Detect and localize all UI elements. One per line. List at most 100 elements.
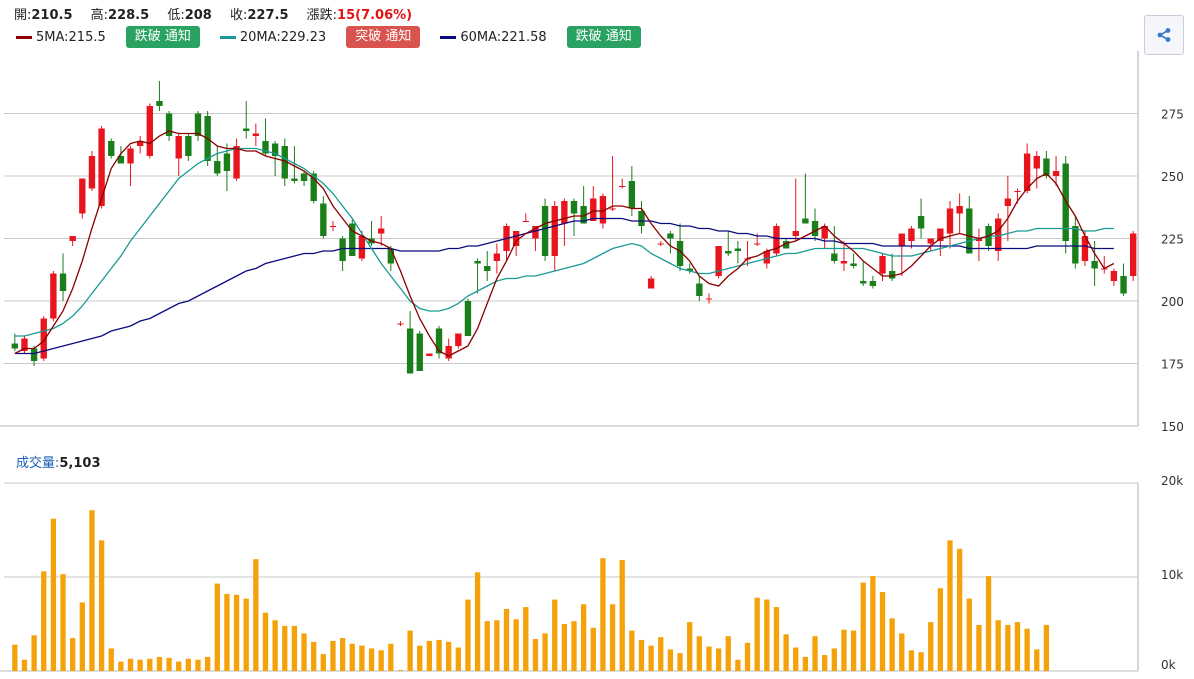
volume-bar bbox=[648, 645, 654, 671]
candle-body bbox=[98, 128, 105, 206]
ma20-label: 20MA:229.23 bbox=[239, 29, 327, 45]
volume-bar bbox=[89, 510, 95, 671]
candle-body bbox=[821, 226, 828, 239]
volume-bar bbox=[764, 599, 770, 671]
volume-bar bbox=[214, 583, 220, 671]
candle-body bbox=[734, 248, 742, 251]
price-tick-label: 175 bbox=[1161, 358, 1184, 372]
candle-body bbox=[108, 141, 115, 156]
volume-bar bbox=[282, 625, 288, 671]
candle-body bbox=[426, 353, 433, 356]
candle-body bbox=[223, 153, 231, 171]
volume-bar bbox=[70, 638, 76, 671]
candle-body bbox=[397, 323, 404, 325]
candle-body bbox=[1062, 163, 1069, 241]
volume-bar bbox=[908, 650, 915, 671]
candle-body bbox=[522, 221, 529, 222]
price-tick-label: 200 bbox=[1161, 295, 1184, 309]
volume-bar bbox=[706, 646, 712, 671]
volume-bar bbox=[918, 652, 924, 671]
volume-bar bbox=[98, 540, 105, 671]
candle-body bbox=[792, 231, 799, 236]
candle-body bbox=[966, 208, 973, 254]
volume-bar bbox=[291, 625, 298, 671]
volume-bar bbox=[368, 648, 375, 671]
candle-body bbox=[464, 301, 472, 336]
ma20-break-notify-button[interactable]: 突破 通知 bbox=[346, 26, 421, 48]
candle-body bbox=[406, 328, 414, 374]
share-button[interactable] bbox=[1144, 15, 1184, 55]
candle-body bbox=[214, 161, 221, 174]
volume-bar bbox=[224, 593, 230, 671]
candle-body bbox=[175, 136, 182, 159]
high-value: 228.5 bbox=[108, 8, 150, 23]
candle-body bbox=[329, 226, 337, 227]
ma60-break-notify-button[interactable]: 跌破 通知 bbox=[566, 26, 641, 48]
volume-bar bbox=[513, 619, 519, 671]
candle-body bbox=[667, 233, 674, 239]
candle-body bbox=[985, 226, 992, 246]
volume-bar bbox=[571, 621, 577, 671]
ma5-legend: 5MA:215.5 跌破 通知 bbox=[16, 26, 200, 48]
volume-bar bbox=[494, 620, 500, 671]
candle-body bbox=[532, 226, 539, 239]
ma20-swatch bbox=[219, 35, 236, 39]
candle-body bbox=[30, 348, 38, 361]
ohlc-summary: 開:210.5 高:228.5 低:208 收:227.5 漲跌:15(7.06… bbox=[14, 4, 426, 23]
candle-body bbox=[1023, 153, 1031, 191]
volume-bar bbox=[503, 608, 510, 671]
volume-bar bbox=[561, 624, 568, 671]
volume-bar bbox=[311, 641, 317, 671]
candle-body bbox=[493, 253, 501, 261]
candle-body bbox=[647, 278, 655, 289]
volume-bar bbox=[1014, 622, 1021, 671]
candle-body bbox=[387, 248, 395, 264]
candle-body bbox=[927, 238, 934, 244]
candle-body bbox=[88, 156, 96, 189]
candle-body bbox=[561, 201, 568, 224]
ma5-break-notify-button[interactable]: 跌破 通知 bbox=[125, 26, 200, 48]
candle-body bbox=[686, 268, 693, 271]
candle-body bbox=[1043, 158, 1050, 176]
volume-bar bbox=[465, 599, 471, 671]
volume-bar bbox=[455, 647, 461, 671]
volume-bar bbox=[147, 658, 153, 671]
ma60-line bbox=[14, 217, 1114, 355]
candle-body bbox=[831, 253, 838, 261]
volume-bar bbox=[41, 571, 47, 671]
volume-bar bbox=[262, 612, 269, 671]
volume-bar bbox=[378, 650, 384, 671]
volume-bar bbox=[185, 658, 192, 671]
candle-body bbox=[233, 146, 240, 179]
volume-title: 成交量: bbox=[16, 456, 60, 471]
share-icon bbox=[1157, 28, 1171, 42]
volume-bar bbox=[687, 622, 693, 671]
volume-bar bbox=[166, 657, 172, 671]
candle-body bbox=[705, 298, 713, 300]
open-label: 開: bbox=[14, 8, 32, 23]
candle-body bbox=[349, 223, 356, 256]
volume-bar bbox=[339, 638, 346, 671]
volume-bar bbox=[50, 518, 57, 671]
volume-bar bbox=[127, 658, 134, 671]
candle-body bbox=[541, 206, 549, 256]
volume-bar bbox=[831, 648, 837, 671]
ma5-line bbox=[14, 130, 1115, 357]
volume-bar bbox=[21, 659, 28, 671]
candle-body bbox=[185, 136, 192, 156]
ma60-label: 60MA:221.58 bbox=[460, 29, 547, 45]
volume-bar bbox=[137, 659, 143, 671]
volume-bar bbox=[928, 622, 934, 671]
volume-bar bbox=[349, 643, 355, 671]
candle-body bbox=[599, 196, 607, 224]
candle-body bbox=[377, 228, 385, 234]
price-tick-label: 275 bbox=[1161, 108, 1184, 122]
candle-body bbox=[358, 236, 366, 259]
volume-bar bbox=[802, 656, 809, 671]
volume-tick-label: 0k bbox=[1161, 658, 1176, 672]
ma20-line bbox=[14, 147, 1114, 337]
candle-body bbox=[879, 256, 886, 274]
price-tick-label: 250 bbox=[1161, 170, 1184, 184]
volume-bar bbox=[446, 641, 452, 671]
volume-bar bbox=[850, 630, 857, 671]
